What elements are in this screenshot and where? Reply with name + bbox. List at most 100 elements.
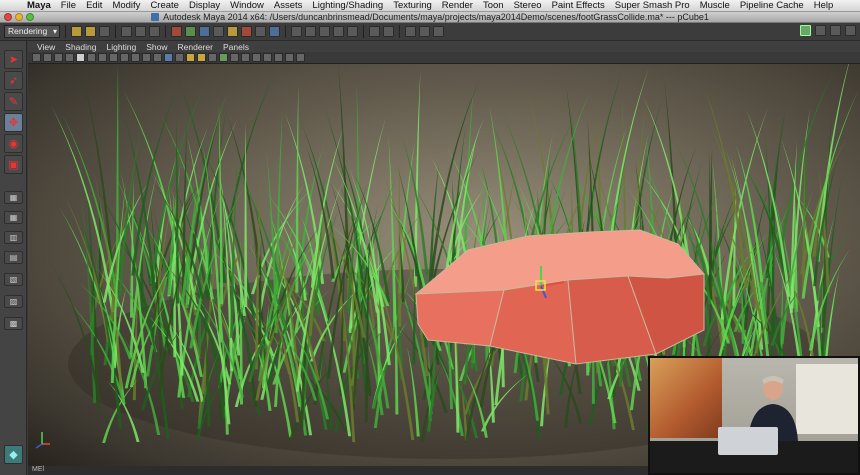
mask-handles-icon[interactable] [171,26,182,37]
menu-create[interactable]: Create [145,0,184,11]
mask-misc-icon[interactable] [269,26,280,37]
render-view-layout-icon[interactable]: ▨ [4,295,23,308]
menu-display[interactable]: Display [184,0,225,11]
menu-file[interactable]: File [56,0,81,11]
menu-window[interactable]: Window [225,0,269,11]
panel-menu-panels[interactable]: Panels [218,42,254,52]
select-hierarchy-icon[interactable] [121,26,132,37]
hypershade-layout-icon[interactable]: ▧ [4,273,23,286]
menu-assets[interactable]: Assets [269,0,308,11]
attribute-editor-toggle-icon[interactable] [815,25,826,36]
depth-of-field-icon[interactable] [252,53,261,62]
input-output-icon[interactable] [369,26,380,37]
grid-toggle-icon[interactable] [76,53,85,62]
command-line[interactable]: MEl [28,466,648,475]
scale-tool-icon[interactable]: ▣ [4,155,23,174]
select-tool-icon[interactable]: ➤ [4,50,23,69]
wireframe-on-shaded-icon[interactable] [175,53,184,62]
mask-dynamics-icon[interactable] [241,26,252,37]
minimize-window-button[interactable] [15,13,23,21]
menu-muscle[interactable]: Muscle [695,0,735,11]
snap-grid-icon[interactable] [291,26,302,37]
menu-help[interactable]: Help [809,0,839,11]
select-object-icon[interactable] [135,26,146,37]
menu-paint-effects[interactable]: Paint Effects [547,0,610,11]
panel-menu-shading[interactable]: Shading [60,42,101,52]
mel-label: MEl [32,466,45,473]
panel-menu-lighting[interactable]: Lighting [101,42,141,52]
mask-rendering-icon[interactable] [255,26,266,37]
rotate-tool-icon[interactable]: ◉ [4,134,23,153]
mask-deformations-icon[interactable] [227,26,238,37]
menu-edit[interactable]: Edit [81,0,107,11]
motion-blur-icon[interactable] [230,53,239,62]
script-editor-layout-icon[interactable]: ▩ [4,317,23,330]
menu-render[interactable]: Render [437,0,478,11]
snap-view-plane-icon[interactable] [333,26,344,37]
ambient-occlusion-icon[interactable] [219,53,228,62]
persp-graph-layout-icon[interactable]: ▤ [4,251,23,264]
lasso-tool-icon[interactable]: ➶ [4,71,23,90]
gate-mask-icon[interactable] [109,53,118,62]
wireframe-icon[interactable] [153,53,162,62]
panel-menu-show[interactable]: Show [141,42,172,52]
open-scene-icon[interactable] [85,26,96,37]
close-window-button[interactable] [4,13,12,21]
menu-texturing[interactable]: Texturing [388,0,437,11]
smooth-shade-icon[interactable] [164,53,173,62]
paint-select-tool-icon[interactable]: ✎ [4,92,23,111]
mask-joints-icon[interactable] [185,26,196,37]
panel-menu-renderer[interactable]: Renderer [173,42,218,52]
persp-outliner-layout-icon[interactable]: ▥ [4,231,23,244]
new-scene-icon[interactable] [71,26,82,37]
render-settings-icon[interactable] [433,26,444,37]
menu-pipeline-cache[interactable]: Pipeline Cache [735,0,809,11]
ipr-render-icon[interactable] [419,26,430,37]
multisample-aa-icon[interactable] [241,53,250,62]
xray-joints-icon[interactable] [285,53,294,62]
menu-maya[interactable]: Maya [22,0,56,11]
move-tool-icon[interactable]: ✥ [4,113,23,132]
snap-point-icon[interactable] [319,26,330,37]
channel-box-toggle-icon[interactable] [800,25,811,36]
render-current-frame-icon[interactable] [405,26,416,37]
isolate-select-icon[interactable] [263,53,272,62]
save-scene-icon[interactable] [99,26,110,37]
select-component-icon[interactable] [149,26,160,37]
camera-attributes-icon[interactable] [43,53,52,62]
menu-stereo[interactable]: Stereo [509,0,547,11]
xray-icon[interactable] [274,53,283,62]
menu-toon[interactable]: Toon [478,0,509,11]
construction-history-icon[interactable] [383,26,394,37]
status-line-right [800,25,856,36]
zoom-window-button[interactable] [26,13,34,21]
mask-curves-icon[interactable] [199,26,210,37]
resolution-gate-icon[interactable] [98,53,107,62]
film-gate-icon[interactable] [87,53,96,62]
field-chart-icon[interactable] [120,53,129,62]
single-perspective-layout-icon[interactable]: ▦ [4,191,23,204]
tool-settings-toggle-icon[interactable] [830,25,841,36]
menu-super-smash-pro[interactable]: Super Smash Pro [610,0,695,11]
axis-gizmo [35,432,50,449]
mask-surfaces-icon[interactable] [213,26,224,37]
select-camera-icon[interactable] [32,53,41,62]
command-line-icon[interactable]: ◆ [4,445,23,464]
image-plane-icon[interactable] [65,53,74,62]
safe-action-icon[interactable] [131,53,140,62]
layer-editor-toggle-icon[interactable] [845,25,856,36]
snap-curve-icon[interactable] [305,26,316,37]
menu-lighting-shading[interactable]: Lighting/Shading [307,0,388,11]
xray-components-icon[interactable] [296,53,305,62]
shadows-icon[interactable] [208,53,217,62]
window-controls [4,13,34,21]
four-view-layout-icon[interactable]: ▦ [4,211,23,224]
panel-menu-view[interactable]: View [32,42,60,52]
use-all-lights-icon[interactable] [197,53,206,62]
make-live-icon[interactable] [347,26,358,37]
bookmarks-icon[interactable] [54,53,63,62]
menu-modify[interactable]: Modify [107,0,145,11]
safe-title-icon[interactable] [142,53,151,62]
menu-set-selector[interactable]: Rendering [4,25,60,38]
textured-icon[interactable] [186,53,195,62]
